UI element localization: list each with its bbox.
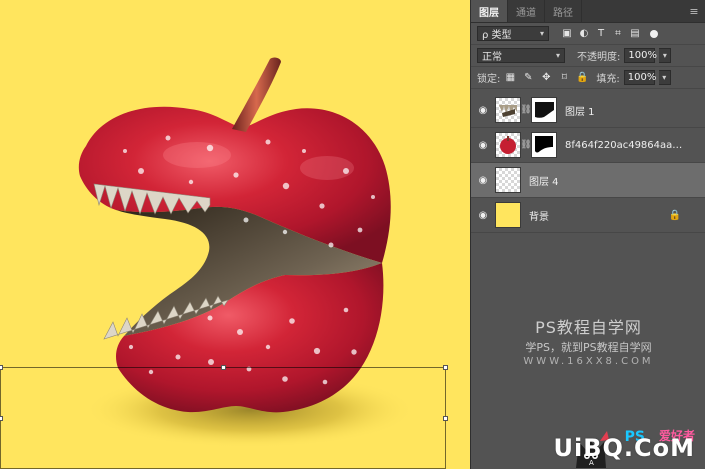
image-filter-icon[interactable]: ▣ <box>561 28 573 40</box>
lock-all-icon[interactable]: 🔒 <box>576 72 588 84</box>
layer-kind-label: ρ 类型 <box>482 30 512 41</box>
lock-artboard-icon[interactable]: ⌑ <box>558 72 570 84</box>
fill-input[interactable]: 100% <box>623 70 657 85</box>
layer-row-2[interactable]: ◉ ⛓ 8f464f220ac49864aa02... <box>471 128 705 163</box>
lock-fill-row: 锁定: ▦ ✎ ✥ ⌑ 🔒 填充: 100% ▾ <box>471 67 705 89</box>
watermark-subtitle: 学PS，就到PS教程自学网 <box>525 341 652 354</box>
tab-paths[interactable]: 路径 <box>545 0 582 22</box>
layer-mask-thumbnail[interactable] <box>531 97 557 123</box>
tabs-spacer <box>582 0 683 22</box>
chevron-down-icon: ▾ <box>539 29 544 38</box>
lock-position-icon[interactable]: ✥ <box>540 72 552 84</box>
opacity-dropdown-button[interactable]: ▾ <box>659 48 672 63</box>
layer-kind-select[interactable]: ρ 类型 ▾ <box>477 26 549 41</box>
shape-filter-icon[interactable]: ⌗ <box>612 28 624 40</box>
apple-mask-shape <box>532 133 556 157</box>
lock-label: 锁定: <box>477 74 501 85</box>
apple-monster-artwork <box>0 0 470 469</box>
smart-object-filter-icon[interactable]: ▤ <box>629 28 641 40</box>
apple-highlight-2 <box>300 156 354 180</box>
layer-row-1[interactable]: ◉ ⛓ 图层 1 <box>471 93 705 128</box>
layer-filter-icons: ▣ ◐ T ⌗ ▤ <box>561 28 658 40</box>
layer-thumbnail <box>495 167 521 193</box>
tab-layers[interactable]: 图层 <box>471 0 508 22</box>
layer-row-4[interactable]: ◉ 背景 🔒 <box>471 198 705 233</box>
blend-opacity-row: 正常 ▾ 不透明度: 100% ▾ <box>471 45 705 67</box>
layer-name: 图层 4 <box>529 176 559 188</box>
apple-highlight <box>163 142 231 168</box>
eye-icon[interactable]: ◉ <box>471 175 495 186</box>
layer-filter-row: ρ 类型 ▾ ▣ ◐ T ⌗ ▤ <box>471 23 705 45</box>
lock-icons: ▦ ✎ ✥ ⌑ 🔒 <box>504 72 589 84</box>
layer-name: 8f464f220ac49864aa02... <box>565 139 685 151</box>
photoshop-window: 图层 通道 路径 ≡ ρ 类型 ▾ ▣ ◐ T ⌗ ▤ 正常 ▾ 不透明度: 1… <box>0 0 705 469</box>
lock-transparent-pixels-icon[interactable]: ▦ <box>504 72 516 84</box>
type-filter-icon[interactable]: T <box>595 28 607 40</box>
fill-value: 100% <box>627 72 657 83</box>
lock-icon[interactable]: 🔒 <box>669 210 681 221</box>
layer-name: 背景 <box>529 211 549 223</box>
layer-thumbnail <box>495 132 521 158</box>
chain-link-icon[interactable]: ⛓ <box>520 140 531 150</box>
apple-thumbnail <box>500 136 516 154</box>
brand-logo-text: UiBQ.CoM <box>553 434 695 462</box>
panel-tabs: 图层 通道 路径 ≡ <box>471 0 705 23</box>
panel-menu-icon[interactable]: ≡ <box>683 0 705 22</box>
opacity-input[interactable]: 100% <box>624 48 657 63</box>
layer-mask-thumbnail[interactable] <box>531 132 557 158</box>
layer-thumbnail <box>495 202 521 228</box>
tab-channels[interactable]: 通道 <box>508 0 545 22</box>
blend-mode-select[interactable]: 正常 ▾ <box>477 48 565 63</box>
layer-row-3[interactable]: ◉ 图层 4 <box>471 163 705 198</box>
watermark-title: PS教程自学网 <box>535 318 642 337</box>
eye-icon[interactable]: ◉ <box>471 105 495 116</box>
opacity-value: 100% <box>628 50 657 61</box>
lock-image-pixels-icon[interactable]: ✎ <box>522 72 534 84</box>
eye-icon[interactable]: ◉ <box>471 140 495 151</box>
layers-panel: 图层 通道 路径 ≡ ρ 类型 ▾ ▣ ◐ T ⌗ ▤ 正常 ▾ 不透明度: 1… <box>470 0 705 469</box>
teeth-thumbnail <box>499 105 517 117</box>
adjustment-filter-icon[interactable]: ◐ <box>578 28 590 40</box>
teeth-mask-shape <box>532 98 556 122</box>
watermark-url: WWW.16XX8.COM <box>523 356 654 367</box>
opacity-label: 不透明度: <box>577 52 621 63</box>
chain-link-icon[interactable]: ⛓ <box>520 105 531 115</box>
document-canvas[interactable] <box>0 0 470 469</box>
fill-dropdown-button[interactable]: ▾ <box>658 70 671 85</box>
fill-label: 填充: <box>596 74 620 85</box>
layers-list: ◉ ⛓ 图层 1 ◉ ⛓ 8f464f220ac49864aa02... ◉ 图… <box>471 93 705 233</box>
blend-mode-value: 正常 <box>482 52 502 63</box>
eye-icon[interactable]: ◉ <box>471 210 495 221</box>
chevron-down-icon: ▾ <box>555 51 560 60</box>
layer-thumbnail <box>495 97 521 123</box>
layer-name: 图层 1 <box>565 106 595 118</box>
filter-toggle-icon[interactable] <box>650 29 658 38</box>
